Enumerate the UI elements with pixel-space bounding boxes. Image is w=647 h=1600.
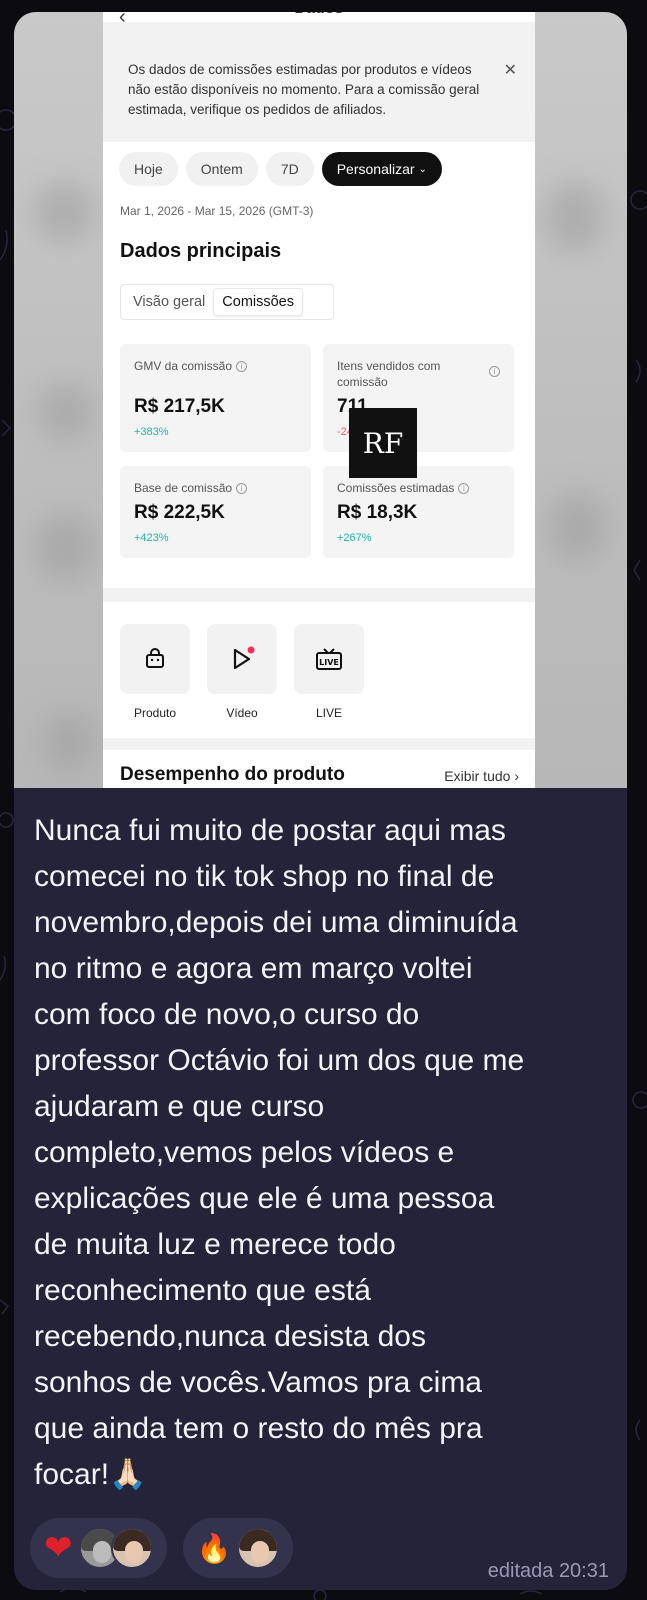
- avatar: [110, 1527, 153, 1569]
- heart-icon: ❤: [44, 1529, 73, 1567]
- date-range: Mar 1, 2026 - Mar 15, 2026 (GMT-3): [120, 204, 314, 218]
- tool-video-label: Vídeo: [226, 706, 258, 720]
- chevron-down-icon: ⌄: [418, 163, 427, 175]
- metric-delta: +267%: [337, 532, 372, 544]
- message-text: Nunca fui muito de postar aqui mas comec…: [34, 808, 614, 1498]
- message-body: Nunca fui muito de postar aqui mas comec…: [34, 814, 525, 1491]
- live-icon-text: LIVE: [319, 658, 339, 667]
- filter-7d[interactable]: 7D: [265, 152, 314, 186]
- info-icon[interactable]: i: [236, 361, 248, 372]
- reactions-row: ❤ 🔥: [30, 1518, 294, 1578]
- metric-value: R$ 217,5K: [134, 396, 225, 417]
- info-icon[interactable]: i: [458, 483, 470, 494]
- tool-video-button[interactable]: [207, 624, 277, 694]
- message-bubble[interactable]: ‹ Dados Os dados de comissões estimadas …: [14, 12, 627, 1590]
- tool-live-button[interactable]: LIVE: [294, 624, 364, 694]
- divider: [103, 738, 535, 750]
- chevron-right-icon: ›: [514, 768, 519, 784]
- app-screen: ‹ Dados Os dados de comissões estimadas …: [103, 12, 535, 788]
- tool-product-label: Produto: [133, 706, 177, 720]
- filter-custom[interactable]: Personalizar ⌄: [321, 152, 442, 186]
- notice-text: Os dados de comissões estimadas por prod…: [128, 62, 480, 117]
- date-filter-pills: Hoje Ontem 7D Personalizar ⌄: [119, 152, 442, 188]
- play-icon: [233, 646, 255, 670]
- metric-value: R$ 222,5K: [134, 502, 225, 523]
- divider: [103, 588, 535, 602]
- info-icon[interactable]: i: [489, 366, 500, 377]
- fire-icon: 🔥: [196, 1532, 232, 1564]
- tab-commissions[interactable]: Comissões: [213, 288, 303, 316]
- performance-title: Desempenho do produto: [120, 764, 345, 785]
- close-icon[interactable]: ✕: [504, 60, 517, 80]
- live-tv-icon: LIVE: [316, 648, 342, 670]
- view-all-label: Exibir tudo: [444, 768, 511, 784]
- reaction-heart[interactable]: ❤: [30, 1518, 167, 1578]
- attached-screenshot[interactable]: ‹ Dados Os dados de comissões estimadas …: [14, 12, 627, 788]
- filter-custom-label: Personalizar: [336, 161, 415, 177]
- section-title: Dados principais: [120, 240, 282, 262]
- notice-banner: Os dados de comissões estimadas por prod…: [103, 22, 535, 142]
- watermark-logo: RF: [349, 408, 417, 478]
- metric-label: Itens vendidos com comissão: [337, 359, 441, 389]
- avatar: [237, 1527, 280, 1569]
- metric-label: GMV da comissão: [134, 359, 233, 373]
- shopping-bag-icon: [146, 648, 164, 668]
- tool-product-button[interactable]: [120, 624, 190, 694]
- metric-card-estimated-commissions[interactable]: Comissões estimadas i R$ 18,3K +267%: [323, 466, 514, 558]
- metric-card-commission-base[interactable]: Base de comissão i R$ 222,5K +423%: [120, 466, 311, 558]
- info-icon[interactable]: i: [236, 483, 248, 494]
- filter-today[interactable]: Hoje: [119, 152, 178, 186]
- metric-card-gmv[interactable]: GMV da comissão i R$ 217,5K +383%: [120, 344, 311, 452]
- filter-yesterday[interactable]: Ontem: [185, 152, 258, 186]
- metric-label: Comissões estimadas: [337, 481, 455, 495]
- metric-delta: +383%: [134, 426, 169, 438]
- view-all-link[interactable]: Exibir tudo ›: [444, 768, 519, 784]
- metric-label: Base de comissão: [134, 481, 233, 495]
- tool-live-label: LIVE: [315, 706, 342, 720]
- edited-timestamp: editada 20:31: [487, 1560, 609, 1582]
- reaction-fire[interactable]: 🔥: [182, 1518, 294, 1578]
- view-segmented-control: Visão geral Comissões: [120, 284, 334, 320]
- metric-delta: +423%: [134, 532, 169, 544]
- screen-title: Dados: [103, 12, 535, 20]
- metric-value: R$ 18,3K: [337, 502, 418, 523]
- tab-overview[interactable]: Visão geral: [125, 288, 213, 316]
- folded-hands-emoji: 🙏🏻: [109, 1458, 147, 1491]
